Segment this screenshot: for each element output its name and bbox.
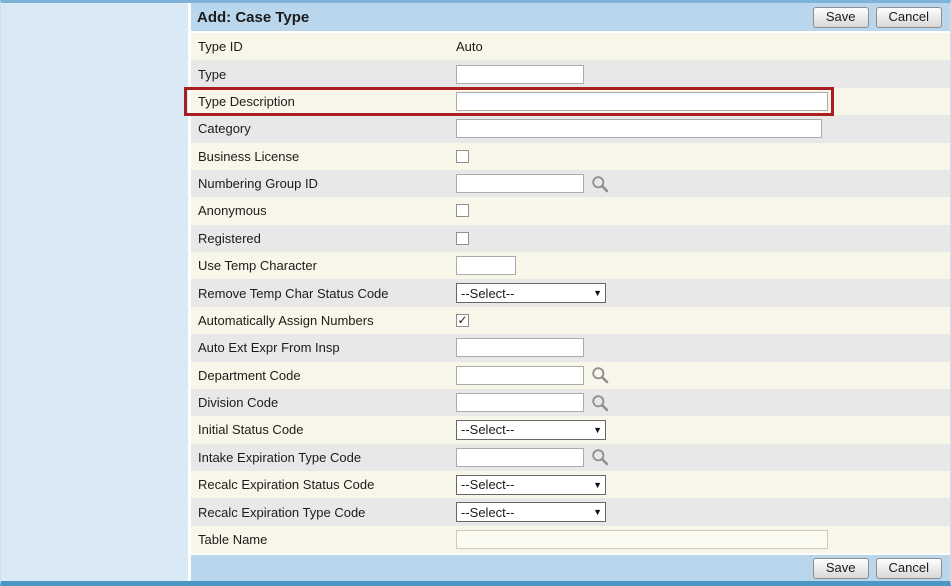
type-id-field: Auto — [456, 39, 950, 54]
initial-status-code-label: Initial Status Code — [191, 422, 456, 437]
department-code-label: Department Code — [191, 368, 456, 383]
intake-expiration-type-code-label: Intake Expiration Type Code — [191, 450, 456, 465]
division-code-field — [456, 393, 950, 412]
numbering-group-id-input[interactable] — [456, 174, 584, 193]
remove-temp-char-status-code-select[interactable]: --Select-- ▼ — [456, 283, 606, 303]
form-row-recalc-expiration-type-code: Recalc Expiration Type Code --Select-- ▼ — [191, 498, 950, 525]
use-temp-character-field — [456, 256, 950, 275]
save-button[interactable]: Save — [813, 7, 869, 28]
form-row-type: Type — [191, 60, 950, 87]
recalc-expiration-status-code-label: Recalc Expiration Status Code — [191, 477, 456, 492]
division-code-input[interactable] — [456, 393, 584, 412]
main-panel: Add: Case Type Save Cancel Type IDAutoTy… — [191, 3, 950, 581]
search-icon[interactable] — [591, 175, 609, 193]
form-row-remove-temp-char-status-code: Remove Temp Char Status Code --Select-- ▼ — [191, 279, 950, 306]
recalc-expiration-type-code-field: --Select-- ▼ — [456, 502, 950, 522]
chevron-down-icon: ▼ — [593, 288, 602, 298]
business-license-field — [456, 150, 950, 163]
type-field — [456, 65, 950, 84]
form-row-type-description: Type Description — [191, 88, 950, 115]
numbering-group-id-label: Numbering Group ID — [191, 176, 456, 191]
registered-checkbox[interactable] — [456, 232, 469, 245]
department-code-field — [456, 366, 950, 385]
use-temp-character-label: Use Temp Character — [191, 258, 456, 273]
chevron-down-icon: ▼ — [593, 480, 602, 490]
search-icon[interactable] — [591, 366, 609, 384]
chevron-down-icon: ▼ — [593, 425, 602, 435]
remove-temp-char-status-code-label: Remove Temp Char Status Code — [191, 286, 456, 301]
anonymous-checkbox[interactable] — [456, 204, 469, 217]
type-label: Type — [191, 67, 456, 82]
recalc-expiration-status-code-select-value: --Select-- — [461, 477, 514, 492]
table-name-label: Table Name — [191, 532, 456, 547]
search-icon[interactable] — [591, 394, 609, 412]
form-row-numbering-group-id: Numbering Group ID — [191, 170, 950, 197]
remove-temp-char-status-code-field: --Select-- ▼ — [456, 283, 950, 303]
page: Add: Case Type Save Cancel Type IDAutoTy… — [0, 0, 951, 586]
form-row-recalc-expiration-status-code: Recalc Expiration Status Code --Select-- ▼ — [191, 471, 950, 498]
form-row-initial-status-code: Initial Status Code --Select-- ▼ — [191, 416, 950, 443]
page-title: Add: Case Type — [197, 9, 806, 26]
form-row-table-name: Table Name — [191, 526, 950, 553]
save-button-bottom[interactable]: Save — [813, 558, 869, 579]
cancel-button-bottom[interactable]: Cancel — [876, 558, 942, 579]
type-description-input[interactable] — [456, 92, 828, 111]
form-row-division-code: Division Code — [191, 389, 950, 416]
division-code-label: Division Code — [191, 395, 456, 410]
initial-status-code-select[interactable]: --Select-- ▼ — [456, 420, 606, 440]
sidebar — [1, 3, 191, 581]
category-field — [456, 119, 950, 138]
category-label: Category — [191, 121, 456, 136]
chevron-down-icon: ▼ — [593, 507, 602, 517]
form-row-category: Category — [191, 115, 950, 142]
form-row-use-temp-character: Use Temp Character — [191, 252, 950, 279]
recalc-expiration-status-code-select[interactable]: --Select-- ▼ — [456, 475, 606, 495]
type-id-label: Type ID — [191, 39, 456, 54]
business-license-label: Business License — [191, 149, 456, 164]
form-row-registered: Registered — [191, 225, 950, 252]
category-input[interactable] — [456, 119, 822, 138]
automatically-assign-numbers-checkbox[interactable]: ✓ — [456, 314, 469, 327]
recalc-expiration-status-code-field: --Select-- ▼ — [456, 475, 950, 495]
department-code-input[interactable] — [456, 366, 584, 385]
form-row-business-license: Business License — [191, 143, 950, 170]
type-description-field — [456, 92, 950, 111]
initial-status-code-select-value: --Select-- — [461, 422, 514, 437]
auto-ext-expr-from-insp-field — [456, 338, 950, 357]
type-description-label: Type Description — [191, 94, 456, 109]
business-license-checkbox[interactable] — [456, 150, 469, 163]
form-row-anonymous: Anonymous — [191, 197, 950, 224]
registered-label: Registered — [191, 231, 456, 246]
table-name-input[interactable] — [456, 530, 828, 549]
header-bar: Add: Case Type Save Cancel — [191, 3, 950, 33]
recalc-expiration-type-code-select-value: --Select-- — [461, 505, 514, 520]
type-id-value: Auto — [456, 39, 483, 54]
use-temp-character-input[interactable] — [456, 256, 516, 275]
auto-ext-expr-from-insp-input[interactable] — [456, 338, 584, 357]
intake-expiration-type-code-field — [456, 448, 950, 467]
numbering-group-id-field — [456, 174, 950, 193]
automatically-assign-numbers-label: Automatically Assign Numbers — [191, 313, 456, 328]
form-row-auto-ext-expr-from-insp: Auto Ext Expr From Insp — [191, 334, 950, 361]
form-row-intake-expiration-type-code: Intake Expiration Type Code — [191, 444, 950, 471]
form-row-automatically-assign-numbers: Automatically Assign Numbers✓ — [191, 307, 950, 334]
search-icon[interactable] — [591, 448, 609, 466]
initial-status-code-field: --Select-- ▼ — [456, 420, 950, 440]
table-name-field — [456, 530, 950, 549]
form-row-type-id: Type IDAuto — [191, 33, 950, 60]
cancel-button[interactable]: Cancel — [876, 7, 942, 28]
recalc-expiration-type-code-label: Recalc Expiration Type Code — [191, 505, 456, 520]
form-row-department-code: Department Code — [191, 362, 950, 389]
automatically-assign-numbers-field: ✓ — [456, 314, 950, 327]
remove-temp-char-status-code-select-value: --Select-- — [461, 286, 514, 301]
form-rows: Type IDAutoTypeType DescriptionCategoryB… — [191, 33, 950, 553]
recalc-expiration-type-code-select[interactable]: --Select-- ▼ — [456, 502, 606, 522]
registered-field — [456, 232, 950, 245]
anonymous-label: Anonymous — [191, 203, 456, 218]
auto-ext-expr-from-insp-label: Auto Ext Expr From Insp — [191, 340, 456, 355]
anonymous-field — [456, 204, 950, 217]
footer-bar: Save Cancel — [191, 553, 950, 581]
type-input[interactable] — [456, 65, 584, 84]
intake-expiration-type-code-input[interactable] — [456, 448, 584, 467]
